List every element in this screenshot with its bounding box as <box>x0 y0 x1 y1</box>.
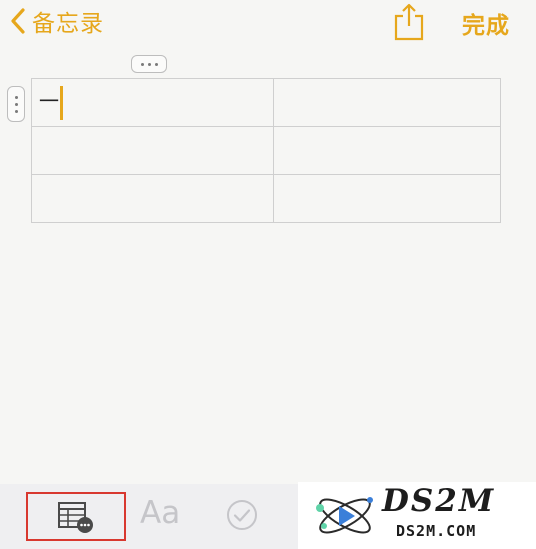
column-handle[interactable] <box>131 55 167 73</box>
table-cell[interactable] <box>273 174 501 223</box>
table-options-button[interactable] <box>26 492 126 541</box>
table-cell[interactable]: 一 <box>31 78 274 127</box>
chevron-left-icon <box>11 8 25 34</box>
table-cell[interactable] <box>31 126 274 175</box>
navigation-bar: 备忘录 完成 <box>0 0 536 44</box>
watermark-title: DS2M <box>382 483 496 519</box>
checklist-icon <box>227 500 257 530</box>
table-cell[interactable] <box>273 78 501 127</box>
more-dots-icon <box>140 62 158 66</box>
share-button[interactable] <box>392 2 426 42</box>
watermark-subtitle: DS2M.COM <box>396 522 477 540</box>
more-dots-vertical-icon <box>14 95 18 113</box>
checklist-button[interactable] <box>226 499 258 535</box>
back-button[interactable]: 备忘录 <box>10 4 104 38</box>
row-handle[interactable] <box>7 86 25 122</box>
note-table: 一 <box>31 78 501 223</box>
table-options-icon <box>58 501 93 533</box>
back-button-label: 备忘录 <box>32 11 104 37</box>
table-row: 一 <box>31 78 501 127</box>
text-cursor <box>60 85 63 120</box>
table-cell[interactable] <box>273 126 501 175</box>
table-row <box>31 174 501 223</box>
format-button[interactable]: Aa <box>140 495 180 531</box>
atom-logo-icon <box>316 497 373 534</box>
done-button[interactable]: 完成 <box>462 6 510 40</box>
watermark: DS2M DS2M.COM <box>298 482 536 549</box>
table-row <box>31 126 501 175</box>
share-icon <box>394 3 424 41</box>
table-cell[interactable] <box>31 174 274 223</box>
